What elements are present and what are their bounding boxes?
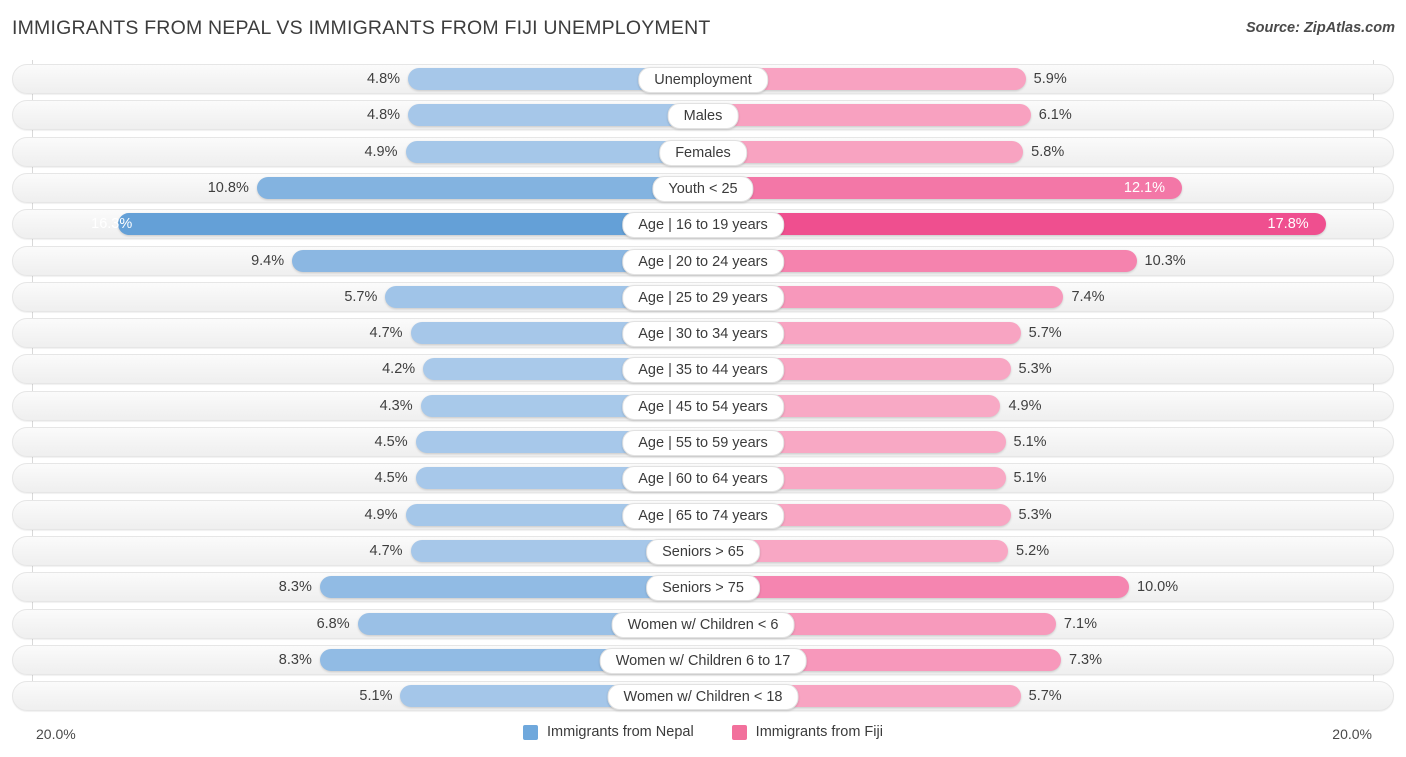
legend-label-nepal: Immigrants from Nepal [547, 724, 694, 740]
page-title: IMMIGRANTS FROM NEPAL VS IMMIGRANTS FROM… [12, 17, 711, 39]
bar-value-right: 5.1% [1013, 470, 1047, 487]
bar-value-right: 17.8% [1267, 216, 1309, 233]
table-row: 4.9% 5.3% Age | 65 to 74 years [12, 499, 1394, 530]
category-label-pill: Seniors > 65 [646, 538, 760, 565]
bar-value-left: 4.9% [364, 506, 398, 523]
table-row: 8.3% 10.0% Seniors > 75 [12, 572, 1394, 603]
bar-left-nepal[interactable] [408, 104, 703, 127]
table-row: 5.1% 5.7% Women w/ Children < 18 [12, 681, 1394, 712]
bar-value-left: 8.3% [278, 651, 312, 668]
category-label-pill: Women w/ Children 6 to 17 [599, 647, 807, 674]
legend-item-nepal[interactable]: Immigrants from Nepal [523, 724, 694, 740]
bar-left-nepal[interactable] [118, 213, 703, 236]
bar-right-fiji[interactable] [703, 176, 1182, 199]
category-label-pill: Women w/ Children < 18 [607, 684, 799, 711]
category-label-pill: Age | 25 to 29 years [622, 284, 784, 311]
category-label-pill: Females [659, 139, 747, 166]
table-row: 4.5% 5.1% Age | 55 to 59 years [12, 427, 1394, 457]
bar-value-right: 10.0% [1137, 579, 1179, 596]
bar-value-right: 5.9% [1033, 71, 1067, 87]
legend-item-fiji[interactable]: Immigrants from Fiji [731, 724, 883, 740]
bar-value-left: 10.8% [207, 179, 249, 196]
source-attribution: Source: ZipAtlas.com [1245, 20, 1395, 36]
bar-value-left: 4.2% [382, 361, 416, 378]
category-label-pill: Seniors > 75 [646, 575, 760, 602]
category-label-pill: Age | 35 to 44 years [622, 357, 784, 384]
table-row: 4.3% 4.9% Age | 45 to 54 years [12, 390, 1394, 421]
legend-swatch-icon-nepal [523, 724, 539, 740]
bar-right-fiji[interactable] [703, 576, 1129, 599]
bar-value-left: 5.1% [359, 688, 393, 705]
category-label-pill: Youth < 25 [652, 175, 754, 202]
bar-value-right: 5.2% [1016, 542, 1050, 559]
bar-value-left: 4.8% [366, 107, 401, 124]
bar-value-left: 4.7% [369, 325, 403, 342]
category-label-pill: Unemployment [638, 67, 768, 93]
bar-value-left: 4.3% [379, 397, 413, 414]
bar-value-left: 6.8% [316, 615, 350, 632]
bar-value-right: 4.9% [1008, 397, 1042, 414]
chart-footer: 20.0% 20.0% Immigrants from Nepal Immigr… [0, 714, 1406, 757]
bar-value-right: 10.3% [1144, 252, 1186, 269]
category-label-pill: Age | 16 to 19 years [622, 212, 784, 239]
category-label-pill: Age | 30 to 34 years [622, 321, 784, 348]
bar-value-right: 7.4% [1071, 288, 1105, 305]
bar-right-fiji[interactable] [703, 140, 1024, 163]
chart-plot-area: 4.8% 5.9% Unemployment 4.8% 6.1% Males 4.9% 5.8… [0, 56, 1406, 714]
bar-left-nepal[interactable] [256, 176, 703, 199]
bar-value-right: 5.3% [1018, 361, 1052, 378]
bar-value-left: 4.7% [369, 542, 403, 559]
category-label-pill: Males [667, 103, 739, 130]
table-row: 4.2% 5.3% Age | 35 to 44 years [12, 354, 1394, 385]
bar-right-fiji[interactable] [703, 213, 1326, 236]
bar-value-right: 5.7% [1028, 688, 1062, 705]
category-label-pill: Women w/ Children < 6 [611, 611, 795, 638]
bar-value-left: 4.8% [366, 71, 401, 87]
bar-value-right: 5.3% [1018, 506, 1052, 523]
table-row: 6.8% 7.1% Women w/ Children < 6 [12, 608, 1394, 639]
bar-value-right: 5.1% [1013, 434, 1047, 450]
bar-value-right: 7.1% [1063, 615, 1097, 632]
bar-value-left: 4.9% [364, 143, 398, 160]
bar-value-left: 16.3% [91, 216, 133, 233]
bar-right-fiji[interactable] [703, 104, 1031, 127]
bar-value-left: 4.5% [374, 470, 408, 487]
category-label-pill: Age | 45 to 54 years [622, 393, 784, 420]
table-row: 4.9% 5.8% Females [12, 136, 1394, 167]
category-label-pill: Age | 65 to 74 years [622, 502, 784, 529]
bar-value-right: 7.3% [1068, 651, 1103, 668]
category-label-pill: Age | 60 to 64 years [622, 466, 784, 493]
table-row: 4.8% 5.9% Unemployment [12, 64, 1394, 94]
bar-value-right: 6.1% [1038, 107, 1072, 124]
category-label-pill: Age | 55 to 59 years [622, 430, 784, 456]
table-row: 4.5% 5.1% Age | 60 to 64 years [12, 463, 1394, 494]
legend-label-fiji: Immigrants from Fiji [755, 724, 883, 740]
bar-value-right: 5.7% [1028, 325, 1062, 342]
table-row: 4.7% 5.7% Age | 30 to 34 years [12, 318, 1394, 349]
bar-value-left: 5.7% [344, 288, 378, 305]
table-row: 9.4% 10.3% Age | 20 to 24 years [12, 245, 1394, 276]
bar-value-right: 12.1% [1123, 179, 1166, 196]
table-row: 10.8% 12.1% Youth < 25 [12, 172, 1394, 203]
table-row: 5.7% 7.4% Age | 25 to 29 years [12, 281, 1394, 312]
table-row: 8.3% 7.3% Women w/ Children 6 to 17 [12, 644, 1394, 675]
legend-swatch-icon-fiji [731, 724, 747, 740]
chart-legend: Immigrants from Nepal Immigrants from Fi… [0, 724, 1406, 740]
table-row: 4.8% 6.1% Males [12, 100, 1394, 131]
table-row: 16.3% 17.8% Age | 16 to 19 years [12, 209, 1394, 240]
table-row: 4.7% 5.2% Seniors > 65 [12, 535, 1394, 566]
category-label-pill: Age | 20 to 24 years [622, 248, 784, 275]
chart-header: IMMIGRANTS FROM NEPAL VS IMMIGRANTS FROM… [0, 0, 1406, 56]
bar-value-left: 4.5% [374, 434, 408, 450]
bar-value-left: 9.4% [251, 252, 285, 269]
bar-value-left: 8.3% [278, 579, 312, 596]
bar-value-right: 5.8% [1031, 143, 1065, 160]
